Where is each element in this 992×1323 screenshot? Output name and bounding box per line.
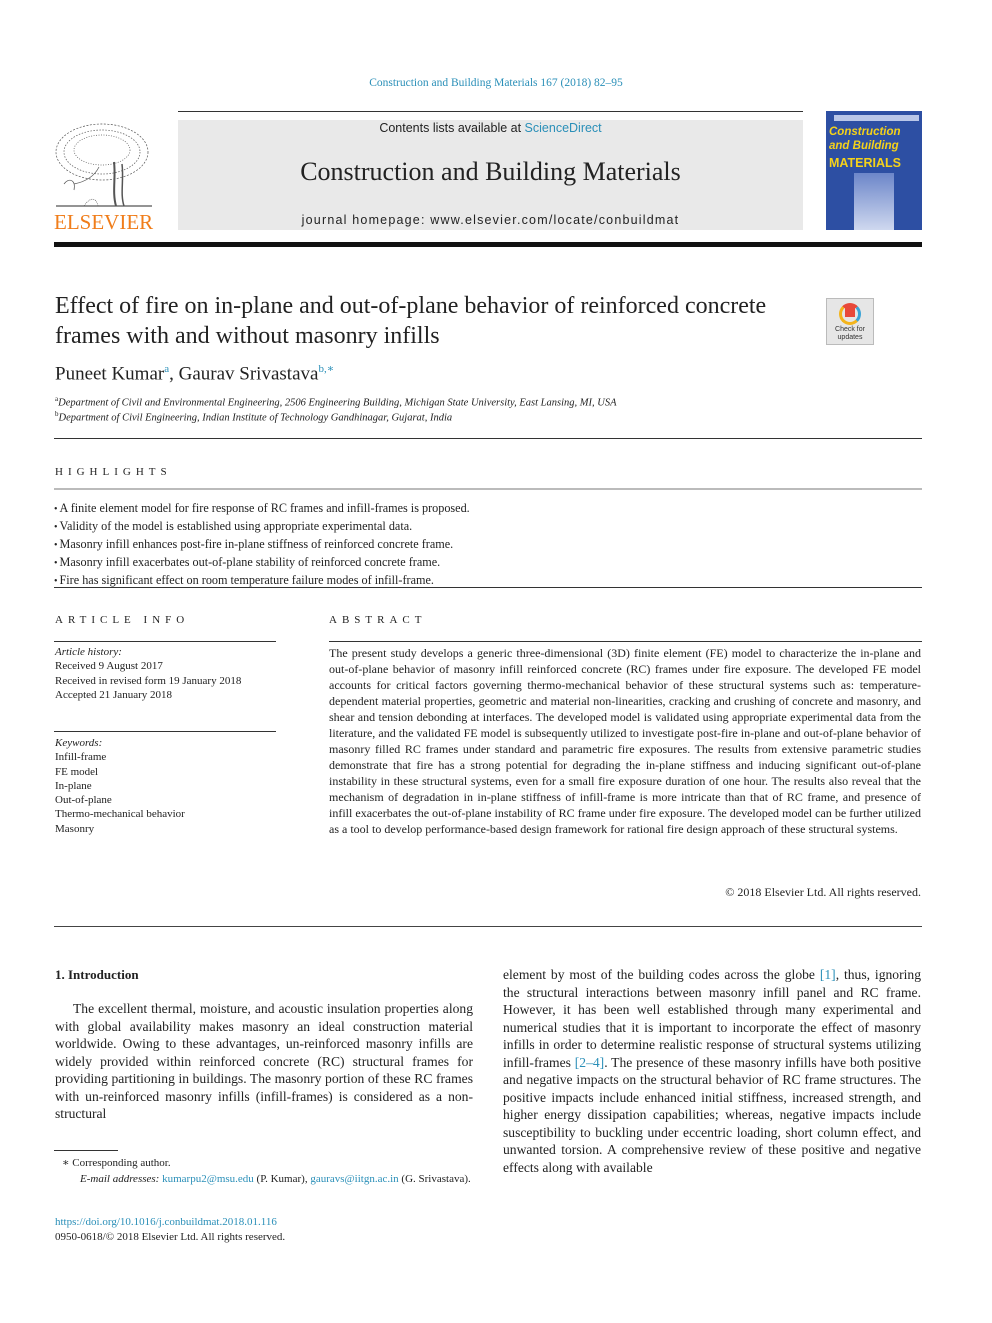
email-link-srivastava[interactable]: gauravs@iitgn.ac.in <box>310 1173 398 1185</box>
cover-title-line2: and Building <box>829 140 899 152</box>
check-for-updates-label: Check for updates <box>827 326 873 342</box>
cover-title: Construction and Building <box>829 125 921 153</box>
check-for-updates-button[interactable]: Check for updates <box>826 298 874 345</box>
author-name[interactable]: Gaurav Srivastava <box>179 363 319 384</box>
journal-cover-image[interactable]: Construction and Building MATERIALS <box>826 111 922 230</box>
bookmark-icon <box>845 305 855 317</box>
corresponding-author-note: ∗ Corresponding author. <box>62 1157 171 1169</box>
highlights-list: A finite element model for fire response… <box>54 500 470 590</box>
affiliation-b: bDepartment of Civil Engineering, Indian… <box>55 410 452 424</box>
cover-title-line1: Construction <box>829 126 901 138</box>
contents-available-line: Contents lists available at ScienceDirec… <box>178 121 803 135</box>
cover-materials: MATERIALS <box>829 156 901 170</box>
cover-center-panel <box>854 173 894 230</box>
elsevier-wordmark: ELSEVIER <box>54 210 154 234</box>
keyword: In-plane <box>55 779 92 792</box>
text-segment: . The presence of these masonry infills … <box>503 1054 921 1175</box>
author-list: Puneet Kumara, Gaurav Srivastavab,∗ <box>55 362 334 385</box>
email-link-kumar[interactable]: kumarpu2@msu.edu <box>162 1173 254 1185</box>
keyword: FE model <box>55 765 99 778</box>
abstract-body: The present study develops a generic thr… <box>329 646 921 836</box>
keyword: Thermo-mechanical behavior <box>55 808 185 821</box>
divider <box>54 641 276 642</box>
highlight-item: Masonry infill exacerbates out-of-plane … <box>54 554 470 572</box>
sciencedirect-link[interactable]: ScienceDirect <box>525 121 602 135</box>
journal-name: Construction and Building Materials <box>300 157 681 186</box>
journal-homepage-link[interactable]: journal homepage: www.elsevier.com/locat… <box>178 213 803 227</box>
abstract-heading: ABSTRACT <box>329 614 427 626</box>
abstract-rule <box>329 641 922 642</box>
email-owner: (P. Kumar), <box>253 1173 311 1185</box>
history-item: Accepted 21 January 2018 <box>55 688 172 701</box>
header-top-rule <box>178 111 803 112</box>
intro-paragraph-left: The excellent thermal, moisture, and aco… <box>55 1001 473 1121</box>
keyword: Out-of-plane <box>55 794 112 807</box>
tree-icon <box>55 123 152 207</box>
cover-stripe <box>834 115 919 121</box>
contents-prefix: Contents lists available at <box>379 121 525 135</box>
keywords: Keywords: Infill-frame FE model In-plane… <box>55 736 185 836</box>
reference-link[interactable]: [2–4] <box>575 1055 604 1070</box>
issn-copyright: 0950-0618/© 2018 Elsevier Ltd. All right… <box>55 1231 286 1243</box>
keyword: Infill-frame <box>55 751 107 764</box>
highlights-heading: HIGHLIGHTS <box>55 466 172 478</box>
history-item: Received in revised form 19 January 2018 <box>55 674 242 687</box>
divider <box>54 926 922 927</box>
article-title: Effect of fire on in-plane and out-of-pl… <box>55 293 767 349</box>
highlights-rule <box>54 488 922 490</box>
affiliation-a: aDepartment of Civil and Environmental E… <box>55 395 617 409</box>
divider <box>54 438 922 439</box>
divider <box>54 587 922 588</box>
email-footnote: E-mail addresses: kumarpu2@msu.edu (P. K… <box>55 1172 473 1188</box>
footnote-rule <box>54 1150 118 1151</box>
article-history: Article history: Received 9 August 2017 … <box>55 645 241 702</box>
highlight-item: A finite element model for fire response… <box>54 500 470 518</box>
keyword: Masonry <box>55 822 95 835</box>
section-heading-introduction: 1. Introduction <box>55 967 139 982</box>
affiliation-text: Department of Civil Engineering, Indian … <box>58 412 453 424</box>
reference-link[interactable]: [1] <box>820 967 836 982</box>
intro-paragraph-right: element by most of the building codes ac… <box>503 966 921 1176</box>
author-affil-link[interactable]: b,∗ <box>318 363 334 375</box>
header-thick-rule <box>54 242 922 247</box>
check-label-line2: updates <box>837 334 863 341</box>
doi-link[interactable]: https://doi.org/10.1016/j.conbuildmat.20… <box>55 1215 277 1231</box>
affiliation-text: Department of Civil and Environmental En… <box>58 397 617 409</box>
history-label: Article history: <box>55 646 122 658</box>
highlight-item: Masonry infill enhances post-fire in-pla… <box>54 536 470 554</box>
email-owner: (G. Srivastava). <box>398 1173 471 1185</box>
abstract-copyright: © 2018 Elsevier Ltd. All rights reserved… <box>725 885 921 899</box>
email-label: E-mail addresses: <box>80 1173 160 1185</box>
divider <box>54 731 276 732</box>
article-info-heading: ARTICLE INFO <box>55 614 190 626</box>
history-item: Received 9 August 2017 <box>55 660 163 673</box>
author-separator: , <box>169 363 179 385</box>
keywords-label: Keywords: <box>55 737 103 749</box>
author-name[interactable]: Puneet Kumar <box>55 363 164 384</box>
journal-citation-link[interactable]: Construction and Building Materials 167 … <box>0 77 992 89</box>
check-label-line1: Check for <box>835 326 865 333</box>
text-segment: element by most of the building codes ac… <box>503 967 820 982</box>
highlight-item: Validity of the model is established usi… <box>54 518 470 536</box>
